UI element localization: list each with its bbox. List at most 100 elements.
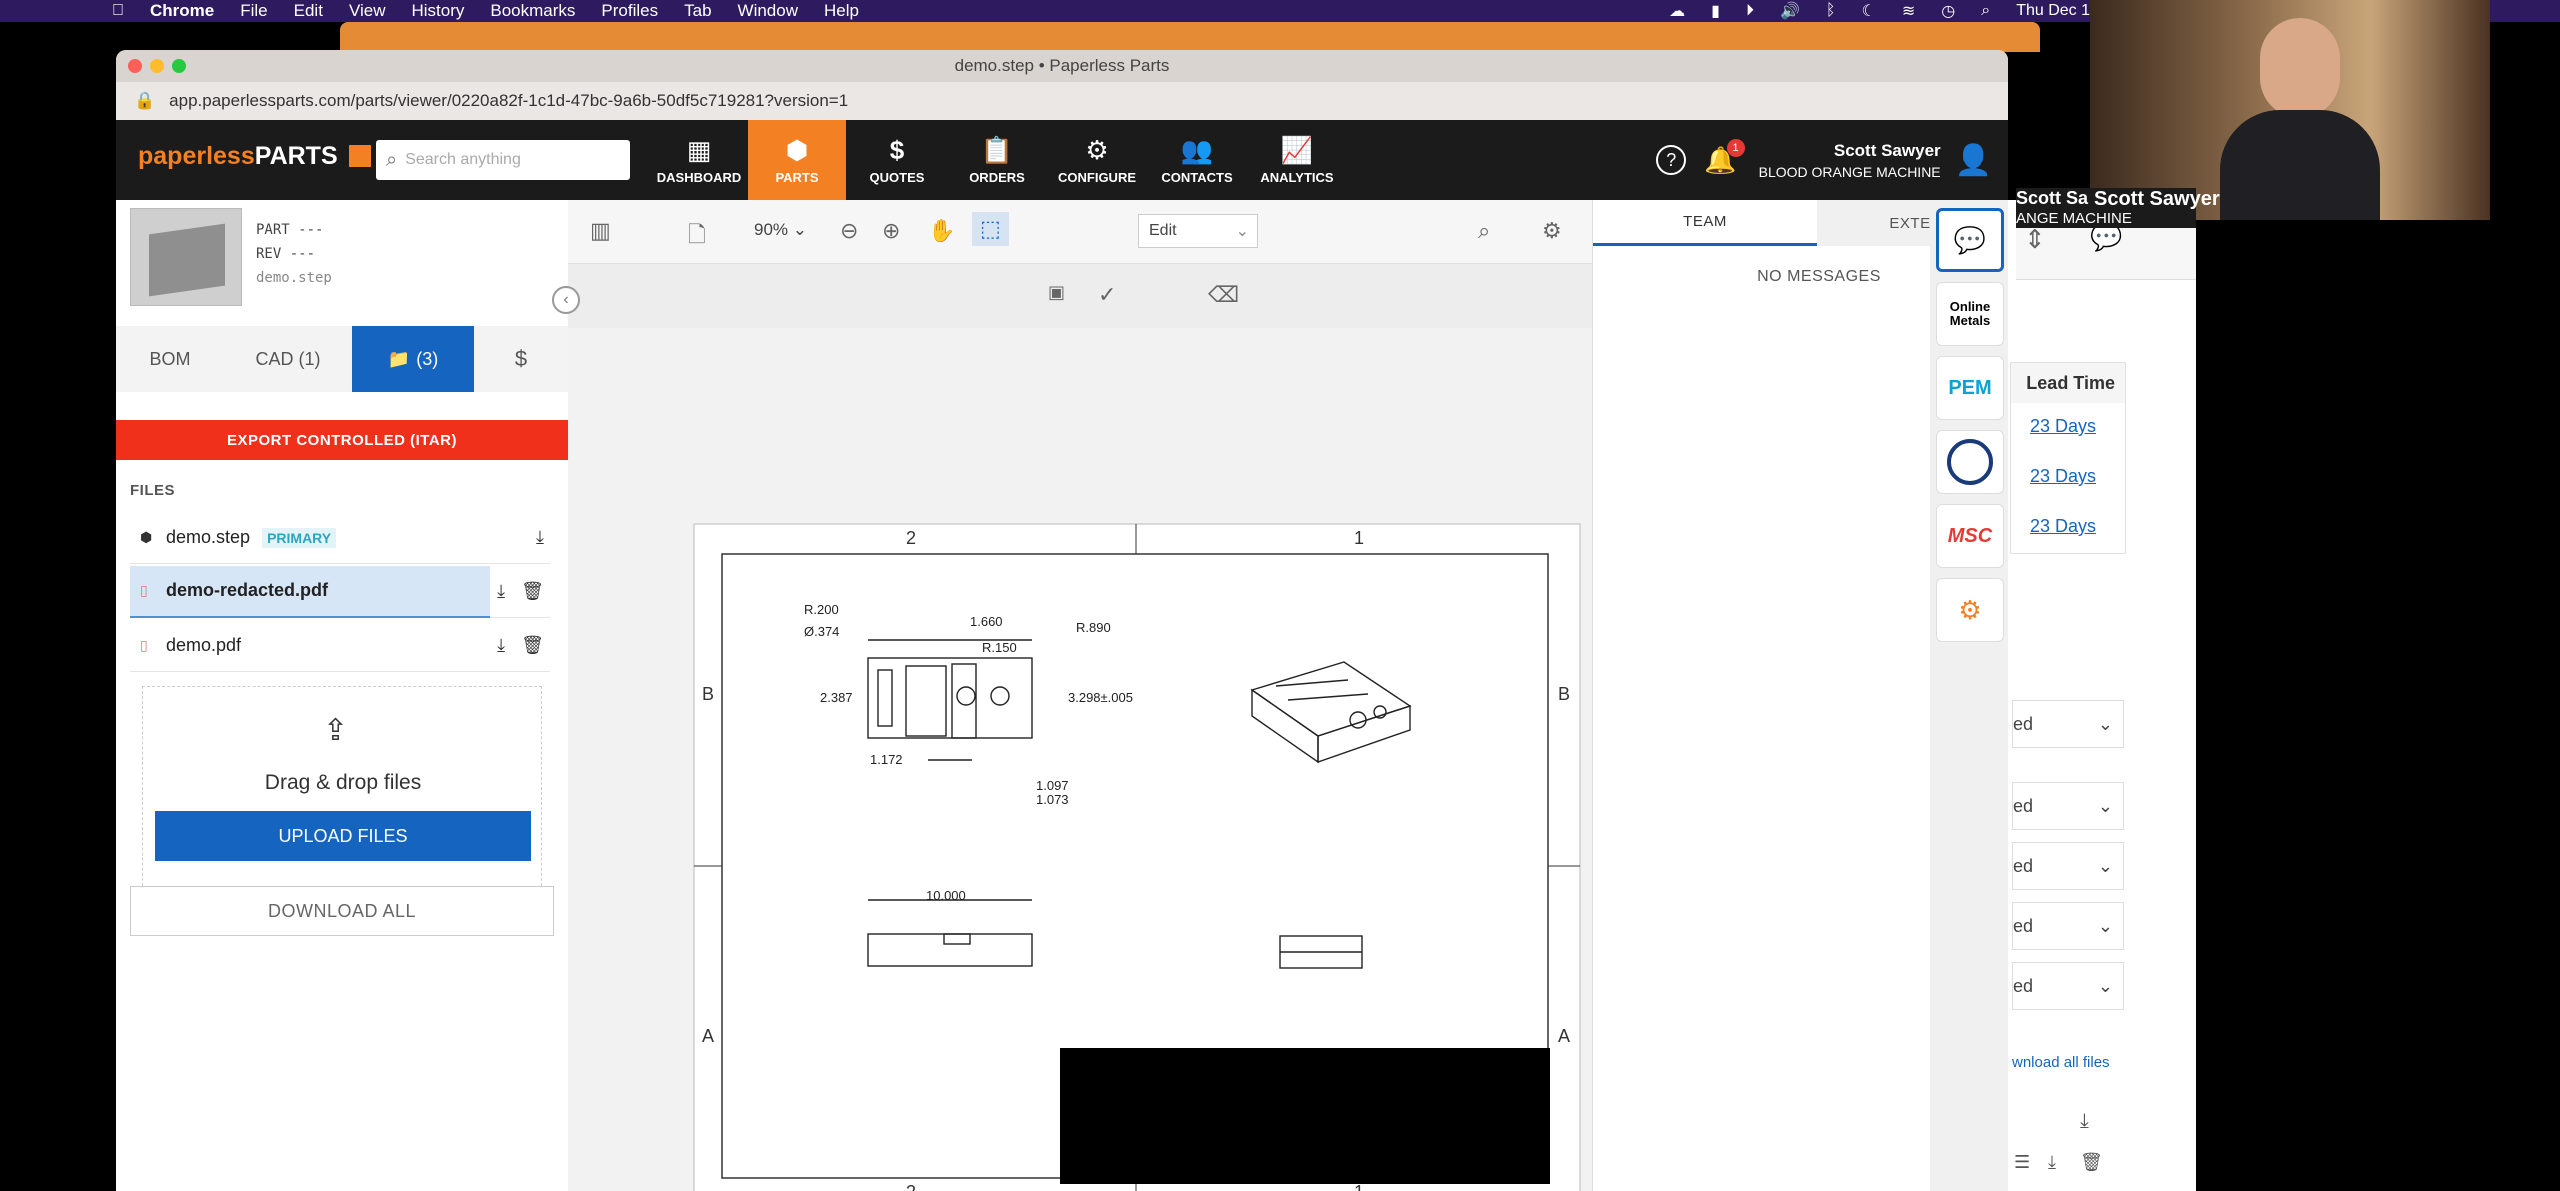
- url-text[interactable]: app.paperlessparts.com/parts/viewer/0220…: [169, 91, 848, 111]
- trash-icon[interactable]: 🗑: [521, 635, 544, 656]
- trash-icon[interactable]: 🗑: [521, 581, 544, 602]
- download-icon[interactable]: ⤓: [2080, 1110, 2089, 1133]
- tab-files[interactable]: 📁 (3): [352, 326, 474, 392]
- sort-icon[interactable]: ⇕: [2024, 224, 2046, 255]
- download-icon[interactable]: ⤓: [536, 527, 544, 548]
- gear-cluster-icon[interactable]: ⚙: [1936, 578, 2004, 642]
- file-row[interactable]: ⬢ demo.step PRIMARY ⤓: [130, 512, 550, 564]
- global-search-input[interactable]: ⌕ Search anything: [376, 140, 630, 180]
- dimension-label: 3.298±.005: [1068, 690, 1133, 705]
- help-icon[interactable]: ?: [1656, 145, 1687, 175]
- download-icon[interactable]: ⤓: [497, 581, 505, 602]
- file-name[interactable]: demo.step: [166, 527, 250, 548]
- status-select[interactable]: ed ⌄: [2012, 782, 2124, 830]
- lock-icon[interactable]: 🔒: [134, 91, 155, 111]
- menu-window[interactable]: Window: [738, 1, 798, 21]
- status-select[interactable]: ed ⌄: [2012, 700, 2124, 748]
- app-logo[interactable]: paperlessPARTS: [138, 142, 371, 171]
- menu-edit[interactable]: Edit: [294, 1, 323, 21]
- clock-icon[interactable]: ◷: [1941, 1, 1955, 21]
- download-all-files-link[interactable]: wnload all files: [2012, 1054, 2110, 1071]
- bluetooth-icon[interactable]: ᛒ: [1826, 2, 1836, 20]
- bg-user-fragment: Scott Sa: [2016, 188, 2089, 208]
- user-info[interactable]: Scott Sawyer BLOOD ORANGE MACHINE: [1759, 141, 1941, 180]
- chat-icon[interactable]: 💬: [1936, 208, 2004, 272]
- nav-contacts[interactable]: 👥 CONTACTS: [1148, 120, 1246, 200]
- list-icon[interactable]: ☰: [2014, 1152, 2030, 1173]
- play-icon[interactable]: ⏵: [1746, 2, 1754, 20]
- minimize-window-button[interactable]: [150, 59, 164, 73]
- clock-text[interactable]: Thu Dec 1: [2016, 2, 2090, 20]
- lead-time-link[interactable]: 23 Days: [2030, 516, 2096, 537]
- nav-label: CONTACTS: [1161, 169, 1233, 185]
- window-titlebar: demo.step • Paperless Parts: [116, 50, 2008, 82]
- status-select[interactable]: ed ⌄: [2012, 962, 2124, 1010]
- search-placeholder: Search anything: [405, 151, 521, 168]
- nav-analytics[interactable]: 📈 ANALYTICS: [1248, 120, 1346, 200]
- download-icon[interactable]: ⤓: [2048, 1152, 2056, 1173]
- menu-app[interactable]: Chrome: [150, 1, 214, 21]
- online-metals-logo[interactable]: Online Metals: [1936, 282, 2004, 346]
- menu-bookmarks[interactable]: Bookmarks: [490, 1, 575, 21]
- lead-time-link[interactable]: 23 Days: [2030, 466, 2096, 487]
- file-name[interactable]: demo.pdf: [166, 635, 241, 656]
- upload-files-button[interactable]: UPLOAD FILES: [155, 811, 531, 861]
- trash-icon[interactable]: 🗑: [2080, 1152, 2103, 1173]
- logo-parts: PARTS: [254, 142, 338, 170]
- wifi-icon[interactable]: ≋: [1902, 1, 1915, 21]
- nav-dashboard[interactable]: ▦ DASHBOARD: [650, 120, 748, 200]
- bg-company-fragment: ANGE MACHINE: [2016, 210, 2132, 227]
- volume-icon[interactable]: 🔊: [1780, 1, 1800, 21]
- nav-quotes[interactable]: $ QUOTES: [848, 120, 946, 200]
- chevron-down-icon: ⌄: [2097, 713, 2113, 734]
- msc-logo[interactable]: MSC: [1936, 504, 2004, 568]
- nav-configure[interactable]: ⚙ CONFIGURE: [1048, 120, 1146, 200]
- tab-team[interactable]: TEAM: [1593, 200, 1817, 246]
- download-icon[interactable]: ⤓: [497, 635, 505, 656]
- nav-parts[interactable]: ⬢ PARTS: [748, 120, 846, 200]
- file-row[interactable]: ▯ demo-redacted.pdf ⤓ 🗑: [130, 565, 550, 618]
- seal-logo-icon[interactable]: [1936, 430, 2004, 494]
- download-all-button[interactable]: DOWNLOAD ALL: [130, 886, 554, 936]
- pdf-file-icon: ▯: [140, 637, 148, 653]
- menu-view[interactable]: View: [349, 1, 386, 21]
- tab-pricing[interactable]: $: [474, 326, 568, 392]
- apple-icon[interactable]: : [112, 2, 124, 20]
- moon-icon[interactable]: ☾: [1862, 1, 1876, 21]
- dimension-label: R.150: [982, 640, 1017, 655]
- file-name[interactable]: demo-redacted.pdf: [166, 580, 328, 601]
- menu-profiles[interactable]: Profiles: [601, 1, 658, 21]
- status-select[interactable]: ed ⌄: [2012, 842, 2124, 890]
- cloud-icon[interactable]: ☁: [1669, 1, 1685, 21]
- select-value: ed: [2013, 713, 2034, 734]
- people-icon: 👥: [1180, 134, 1214, 165]
- menu-history[interactable]: History: [411, 1, 464, 21]
- bell-icon[interactable]: 🔔 1: [1704, 138, 1745, 176]
- menu-file[interactable]: File: [240, 1, 267, 21]
- tab-cad[interactable]: CAD (1): [224, 326, 352, 392]
- upload-icon: ⇪: [323, 714, 349, 747]
- user-avatar-icon[interactable]: 👤: [1955, 143, 1992, 178]
- part-thumbnail[interactable]: [130, 208, 242, 306]
- part-files-panel: PART --- REV --- demo.step BOM CAD (1) 📁…: [116, 200, 568, 1191]
- cube-icon: ⬢: [785, 134, 809, 165]
- zoom-window-button[interactable]: [172, 59, 186, 73]
- address-bar[interactable]: 🔒 app.paperlessparts.com/parts/viewer/02…: [116, 82, 2008, 120]
- zone-label-top: 2: [906, 528, 917, 548]
- search-icon[interactable]: ⌕: [1981, 2, 1990, 20]
- webcam-name-label: Scott Sawyer: [2094, 188, 2220, 210]
- nav-orders[interactable]: 📋 ORDERS: [948, 120, 1046, 200]
- battery-icon[interactable]: ▮: [1711, 1, 1720, 21]
- pem-logo[interactable]: PEM: [1936, 356, 2004, 420]
- lead-time-link[interactable]: 23 Days: [2030, 416, 2096, 437]
- collapse-panel-icon[interactable]: ‹: [552, 286, 580, 314]
- tab-bom[interactable]: BOM: [116, 326, 224, 392]
- browser-window: demo.step • Paperless Parts 🔒 app.paperl…: [116, 50, 2008, 1191]
- file-dropzone[interactable]: ⇪ Drag & drop files UPLOAD FILES: [142, 686, 542, 906]
- file-row[interactable]: ▯ demo.pdf ⤓ 🗑: [130, 620, 550, 672]
- menu-help[interactable]: Help: [824, 1, 859, 21]
- files-heading: FILES: [130, 482, 176, 499]
- status-select[interactable]: ed ⌄: [2012, 902, 2124, 950]
- menu-tab[interactable]: Tab: [684, 1, 711, 21]
- close-window-button[interactable]: [128, 59, 142, 73]
